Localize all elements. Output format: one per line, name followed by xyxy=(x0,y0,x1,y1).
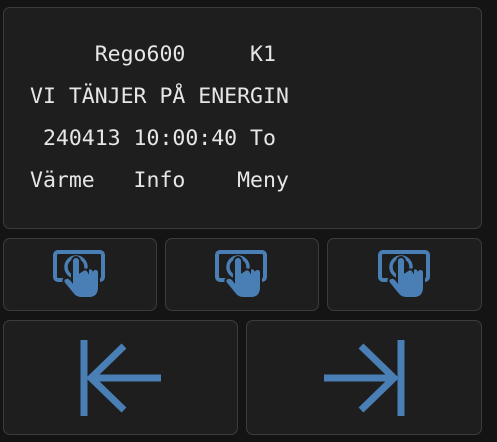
display-line-4: Värme Info Meny xyxy=(30,168,289,193)
forward-button[interactable] xyxy=(246,320,482,435)
arrow-left-bar-icon xyxy=(79,338,163,418)
soft-button-3[interactable] xyxy=(327,238,482,311)
soft-button-2[interactable] xyxy=(165,238,319,311)
display-line-1: Rego600 K1 xyxy=(30,42,276,67)
lcd-display: Rego600 K1 VI TÄNJER PÅ ENERGIN 240413 1… xyxy=(3,7,482,229)
back-button[interactable] xyxy=(3,320,238,435)
touch-icon xyxy=(215,249,269,301)
touch-icon xyxy=(53,249,107,301)
arrow-right-bar-icon xyxy=(322,338,406,418)
display-line-3: 240413 10:00:40 To xyxy=(30,126,276,151)
soft-button-1[interactable] xyxy=(3,238,157,311)
touch-icon xyxy=(377,249,432,301)
display-line-2: VI TÄNJER PÅ ENERGIN xyxy=(30,84,289,109)
